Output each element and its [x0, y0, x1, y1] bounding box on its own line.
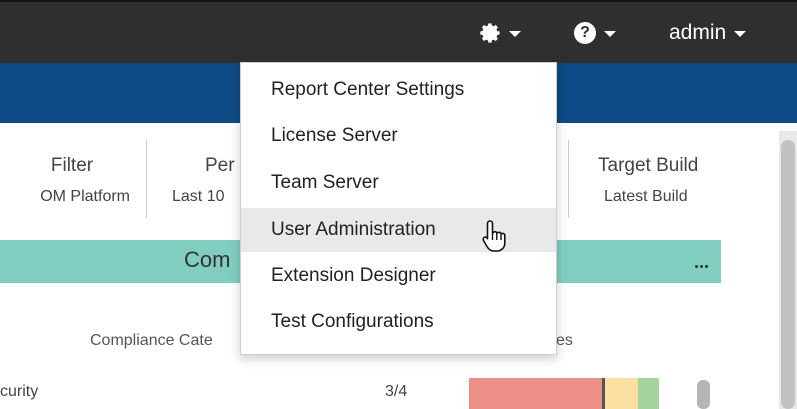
- period-label: Per: [205, 155, 235, 176]
- menu-item-label: Team Server: [271, 172, 379, 193]
- menu-item-label: Extension Designer: [271, 265, 436, 286]
- help-menu-toggle[interactable]: ?: [574, 2, 616, 63]
- more-icon[interactable]: [695, 255, 713, 268]
- hand-cursor-icon: [482, 220, 506, 252]
- gear-icon: [480, 22, 500, 43]
- menu-item-test-configurations[interactable]: Test Configurations: [241, 300, 556, 344]
- menu-item-label: Report Center Settings: [271, 79, 465, 100]
- status-bar-fail: [469, 378, 602, 409]
- user-menu-toggle[interactable]: admin: [669, 2, 747, 63]
- widget-scrollbar[interactable]: [697, 380, 710, 409]
- status-column-header: es: [556, 332, 573, 349]
- settings-menu-toggle[interactable]: [479, 2, 521, 63]
- user-name: admin: [669, 20, 727, 44]
- chevron-down-icon: [734, 30, 747, 37]
- chevron-down-icon: [509, 30, 521, 37]
- filter-value[interactable]: OM Platform: [0, 188, 130, 206]
- menu-item-extension-designer[interactable]: Extension Designer: [241, 254, 556, 298]
- page-scrollbar-thumb[interactable]: [781, 140, 795, 409]
- filter-divider: [146, 140, 147, 218]
- table-row-category: curity: [0, 383, 39, 400]
- settings-dropdown-menu: Report Center Settings License Server Te…: [240, 62, 557, 355]
- compliance-category-header: Compliance Cate: [90, 332, 213, 349]
- period-value[interactable]: Last 10: [172, 188, 224, 206]
- question-circle-icon: ?: [574, 21, 596, 44]
- target-divider: [568, 140, 569, 218]
- status-bar-warn: [605, 378, 638, 409]
- menu-item-label: User Administration: [271, 219, 436, 240]
- target-build-value[interactable]: Latest Build: [604, 188, 688, 206]
- chevron-down-icon: [604, 30, 616, 37]
- menu-item-license-server[interactable]: License Server: [241, 114, 556, 158]
- widget-title: Com: [184, 247, 231, 272]
- menu-item-report-center-settings[interactable]: Report Center Settings: [241, 68, 556, 112]
- status-bar-pass: [638, 378, 659, 409]
- top-navbar: ? admin: [0, 0, 797, 63]
- menu-item-label: License Server: [271, 125, 398, 146]
- menu-item-team-server[interactable]: Team Server: [241, 161, 556, 205]
- target-build-label: Target Build: [598, 155, 699, 176]
- table-row-value: 3/4: [385, 383, 408, 400]
- filter-label: Filter: [50, 155, 94, 176]
- menu-item-label: Test Configurations: [271, 311, 434, 332]
